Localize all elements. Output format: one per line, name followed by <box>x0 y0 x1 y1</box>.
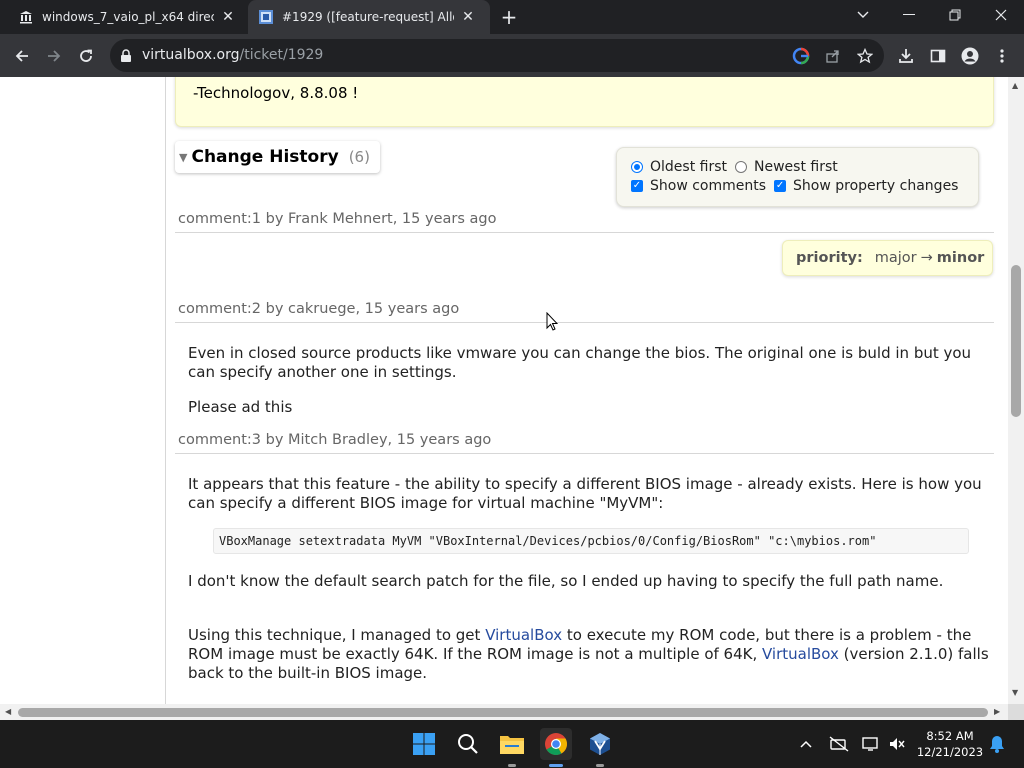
close-window-button[interactable] <box>978 0 1024 30</box>
horizontal-scroll-thumb[interactable] <box>18 708 988 717</box>
newest-first-radio[interactable] <box>735 161 747 173</box>
virtualbox-icon[interactable] <box>584 728 616 760</box>
menu-kebab-icon[interactable] <box>988 42 1016 70</box>
comment-byline: by Frank Mehnert, 15 years ago <box>261 211 497 227</box>
active-indicator <box>549 764 563 767</box>
change-history-count: (6) <box>348 148 370 166</box>
arrow-icon: → <box>920 250 933 266</box>
page-content: -Technologov, 8.8.08 ! ▼ Change History … <box>0 77 1008 704</box>
search-icon[interactable] <box>452 728 484 760</box>
scroll-right-arrow-icon[interactable]: ▶ <box>994 707 1000 716</box>
property-name: priority: <box>796 250 863 266</box>
google-lens-icon[interactable] <box>788 43 814 69</box>
share-icon[interactable] <box>820 43 846 69</box>
scroll-down-arrow-icon[interactable]: ▼ <box>1012 688 1018 697</box>
comment-link[interactable]: comment:1 <box>178 211 261 227</box>
profile-icon[interactable] <box>956 42 984 70</box>
show-comments-checkbox[interactable]: ✓ <box>631 180 643 192</box>
windows-start-icon[interactable] <box>408 728 440 760</box>
virtualbox-favicon-icon <box>258 9 274 25</box>
browser-toolbar: virtualbox.org/ticket/1929 <box>0 34 1024 77</box>
tab-title: windows_7_vaio_pl_x64 directory <box>42 10 214 24</box>
comment-header: comment:3 by Mitch Bradley, 15 years ago <box>178 432 491 448</box>
content-left-border <box>165 77 166 704</box>
divider <box>175 232 994 233</box>
system-clock[interactable]: 8:52 AM 12/21/2023 <box>914 728 986 760</box>
tab-windows-directory[interactable]: windows_7_vaio_pl_x64 directory ✕ <box>0 0 248 34</box>
comment-header: comment:2 by cakruege, 15 years ago <box>178 301 459 317</box>
divider <box>175 322 994 323</box>
tab-title: #1929 ([feature-request] Allow C <box>282 10 454 24</box>
oldest-first-label[interactable]: Oldest first <box>650 159 727 175</box>
horizontal-scrollbar[interactable]: ◀ ▶ <box>0 704 1008 720</box>
running-indicator <box>596 764 604 767</box>
back-button[interactable] <box>8 42 36 70</box>
comment-byline: by cakruege, 15 years ago <box>261 301 460 317</box>
chrome-icon[interactable] <box>540 728 572 760</box>
tab-virtualbox-ticket[interactable]: #1929 ([feature-request] Allow C ✕ <box>248 0 490 34</box>
history-options: Oldest first Newest first ✓ Show comment… <box>616 147 979 207</box>
description-signature: -Technologov, 8.8.08 ! <box>193 84 359 102</box>
comment-paragraph: Using this technique, I managed to get V… <box>188 626 989 682</box>
change-history-title: Change History <box>191 147 339 167</box>
show-comments-label[interactable]: Show comments <box>650 178 766 194</box>
comment-link[interactable]: comment:3 <box>178 432 261 448</box>
reload-button[interactable] <box>72 42 100 70</box>
newest-first-label[interactable]: Newest first <box>754 159 838 175</box>
tab-search-chevron-icon[interactable] <box>840 0 886 30</box>
url-text: virtualbox.org/ticket/1929 <box>142 47 324 63</box>
minimize-button[interactable] <box>886 0 932 30</box>
scroll-up-arrow-icon[interactable]: ▲ <box>1012 81 1018 90</box>
file-explorer-icon[interactable] <box>496 728 528 760</box>
museum-icon <box>18 9 34 25</box>
lock-icon[interactable] <box>120 48 134 62</box>
new-tab-button[interactable]: + <box>498 6 520 28</box>
notification-bell-icon[interactable] <box>986 733 1008 755</box>
code-block: VBoxManage setextradata MyVM "VBoxIntern… <box>213 528 969 554</box>
bookmark-star-icon[interactable] <box>852 43 878 69</box>
close-tab-icon[interactable]: ✕ <box>220 9 236 25</box>
comment-paragraph: Even in closed source products like vmwa… <box>188 344 972 381</box>
vpn-off-icon[interactable] <box>828 733 850 755</box>
ticket-description-box: -Technologov, 8.8.08 ! <box>175 77 994 127</box>
oldest-first-radio[interactable] <box>631 161 643 173</box>
vertical-scrollbar[interactable]: ▲ ▼ <box>1008 77 1024 704</box>
comment-paragraph: Please ad this <box>188 398 293 416</box>
property-old-value: major <box>874 250 917 266</box>
forward-button[interactable] <box>40 42 68 70</box>
scroll-left-arrow-icon[interactable]: ◀ <box>5 707 11 716</box>
show-property-changes-label[interactable]: Show property changes <box>793 178 958 194</box>
mouse-cursor-icon <box>546 312 558 331</box>
comment-header: comment:1 by Frank Mehnert, 15 years ago <box>178 211 496 227</box>
comment-byline: by Mitch Bradley, 15 years ago <box>261 432 492 448</box>
vertical-scroll-thumb[interactable] <box>1011 265 1021 417</box>
show-property-changes-checkbox[interactable]: ✓ <box>774 180 787 192</box>
side-panel-icon[interactable] <box>924 42 952 70</box>
restore-button[interactable] <box>932 0 978 30</box>
comment-paragraph: I don't know the default search patch fo… <box>188 572 944 590</box>
comment-link[interactable]: comment:2 <box>178 301 261 317</box>
divider <box>175 453 994 454</box>
windows-taskbar: 8:52 AM 12/21/2023 <box>0 720 1024 768</box>
clock-time: 8:52 AM <box>926 729 974 743</box>
download-icon[interactable] <box>892 42 920 70</box>
clock-date: 12/21/2023 <box>916 745 984 759</box>
close-tab-icon[interactable]: ✕ <box>460 9 476 25</box>
address-bar[interactable]: virtualbox.org/ticket/1929 <box>110 39 884 72</box>
running-indicator <box>508 764 516 767</box>
show-hidden-icons-chevron-icon[interactable] <box>795 733 817 755</box>
scrollbar-corner <box>1008 704 1024 720</box>
volume-muted-icon[interactable] <box>886 733 908 755</box>
network-icon[interactable] <box>860 733 882 755</box>
virtualbox-link[interactable]: VirtualBox <box>485 626 562 644</box>
change-history-toggle[interactable]: ▼ Change History (6) <box>175 141 380 173</box>
comment-paragraph: It appears that this feature - the abili… <box>188 475 982 512</box>
property-new-value: minor <box>936 250 985 266</box>
virtualbox-link[interactable]: VirtualBox <box>762 645 839 663</box>
property-change-box: priority: major → minor <box>782 240 993 276</box>
browser-tab-strip: windows_7_vaio_pl_x64 directory ✕ #1929 … <box>0 0 1024 34</box>
collapse-triangle-icon: ▼ <box>179 150 188 164</box>
